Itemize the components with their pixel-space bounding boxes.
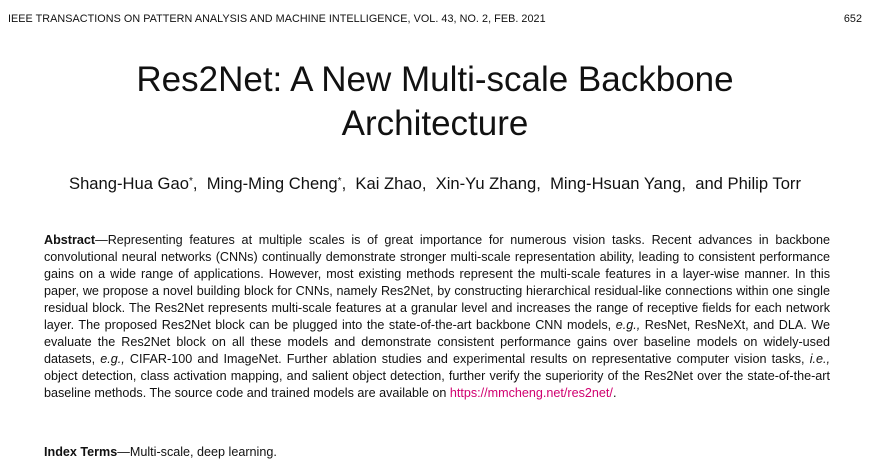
- title-line-2: Architecture: [341, 104, 529, 143]
- index-terms-label: Index Terms: [44, 445, 118, 459]
- author-name: Xin-Yu Zhang: [435, 174, 537, 193]
- author-name: Ming-Ming Cheng: [206, 174, 338, 193]
- author-name: Shang-Hua Gao: [69, 174, 189, 193]
- paper-title: Res2Net: A New Multi-scale Backbone Arch…: [40, 58, 830, 146]
- abstract-label: Abstract: [44, 233, 96, 247]
- abstract: Abstract—Representing features at multip…: [44, 232, 830, 402]
- author-separator: ,: [192, 174, 207, 193]
- paper-page: IEEE TRANSACTIONS ON PATTERN ANALYSIS AN…: [0, 0, 870, 467]
- index-terms: Index Terms—Multi-scale, deep learning.: [44, 444, 830, 461]
- abstract-eg: e.g.,: [100, 352, 125, 366]
- title-line-1: Res2Net: A New Multi-scale Backbone: [136, 60, 734, 99]
- author-separator: ,: [341, 174, 356, 193]
- author-name: Kai Zhao: [355, 174, 422, 193]
- author-separator: ,: [536, 174, 551, 193]
- source-code-link[interactable]: https://mmcheng.net/res2net/: [450, 386, 613, 400]
- author-name: and Philip Torr: [695, 174, 801, 193]
- author-separator: ,: [681, 174, 696, 193]
- index-terms-dash: —: [117, 445, 130, 459]
- abstract-eg: e.g.,: [615, 318, 641, 332]
- author-list: Shang-Hua Gao*, Ming-Ming Cheng*, Kai Zh…: [0, 174, 870, 194]
- abstract-text: CIFAR-100 and ImageNet. Further ablation…: [124, 352, 810, 366]
- running-header: IEEE TRANSACTIONS ON PATTERN ANALYSIS AN…: [8, 13, 862, 27]
- author-separator: ,: [421, 174, 436, 193]
- abstract-ie: i.e.,: [809, 352, 830, 366]
- abstract-text: object detection, class activation mappi…: [44, 369, 830, 400]
- abstract-text: .: [612, 386, 617, 400]
- index-terms-text: Multi-scale, deep learning.: [129, 445, 277, 459]
- author-name: Ming-Hsuan Yang: [550, 174, 682, 193]
- abstract-dash: —: [95, 233, 108, 247]
- page-number: 652: [843, 13, 862, 25]
- journal-header: IEEE TRANSACTIONS ON PATTERN ANALYSIS AN…: [8, 13, 546, 25]
